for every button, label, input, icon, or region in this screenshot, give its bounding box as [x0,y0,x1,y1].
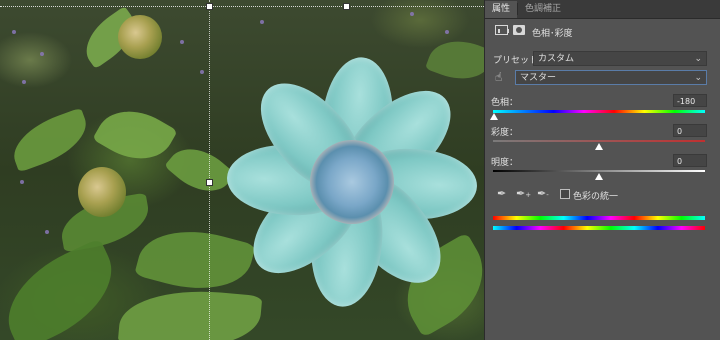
lightness-slider-thumb[interactable] [595,173,603,180]
channel-select[interactable]: マスター ⌄ [515,70,707,85]
source-spectrum-bar [493,216,705,220]
colorize-label: 色彩の統一 [573,192,619,202]
flower-speck [200,70,204,74]
foliage [134,216,256,304]
foliage [424,30,484,90]
selection-guide [0,6,484,7]
saturation-slider-thumb[interactable] [595,143,603,150]
tab-adjustments[interactable]: 色調補正 [518,1,568,18]
transform-handle[interactable] [206,179,213,186]
flower-speck [260,20,264,24]
foliage [5,107,95,173]
lightness-label: 明度： [491,158,519,168]
lightness-slider-track[interactable] [493,170,705,172]
adjustment-layer-icon [495,25,509,35]
flower-speck [12,30,16,34]
flower-center [310,140,394,224]
preset-select[interactable]: カスタム ⌄ [533,51,707,66]
tab-properties[interactable]: 属性 [485,1,518,18]
colorize-checkbox[interactable] [560,189,570,199]
channel-value: マスター [520,73,557,83]
flower-speck [445,30,449,34]
minus-glyph: - [546,191,549,199]
chevron-down-icon: ⌄ [694,73,702,83]
panel-tab-bar: 属性 色調補正 [485,0,720,19]
hue-slider-track[interactable] [493,110,705,113]
eyedropper-minus-icon[interactable]: ✒- [537,187,549,200]
foliage [164,135,236,205]
transform-handle[interactable] [343,3,350,10]
adjustment-title: 色相･彩度 [532,29,573,39]
properties-panel: 属性 色調補正 色相･彩度 プリセット： カスタム ⌄ ☝ マスター ⌄ 色相：… [484,0,720,340]
saturation-value-input[interactable]: 0 [673,124,707,137]
document-canvas[interactable] [0,0,484,340]
flower-speck [40,52,44,56]
flower-speck [45,230,49,234]
result-spectrum-bar [493,226,705,230]
lightness-value-input[interactable]: 0 [673,154,707,167]
saturation-label: 彩度： [491,128,519,138]
eyedropper-icon[interactable]: ✒ [497,187,506,200]
flower-speck [20,180,24,184]
chevron-down-icon: ⌄ [694,54,702,64]
hue-value-input[interactable]: -180 [673,94,707,107]
foliage [0,237,130,340]
flower-bud [118,15,162,59]
plus-glyph: + [525,191,532,199]
histogram-bars [498,29,509,33]
hue-label: 色相： [491,98,519,108]
selection-guide [209,0,210,340]
mask-circle [516,27,522,33]
targeted-adjustment-hand-icon[interactable]: ☝ [495,70,502,84]
foliage [117,284,263,340]
flower-speck [22,80,26,84]
flower-bud [78,167,126,217]
transform-handle[interactable] [206,3,213,10]
foliage [92,95,178,175]
flower-speck [410,12,414,16]
eyedropper-plus-icon[interactable]: ✒+ [516,187,531,200]
mask-icon[interactable] [513,25,525,35]
saturation-slider-track[interactable] [493,140,705,142]
flower-speck [180,40,184,44]
preset-value: カスタム [538,54,575,64]
hue-slider-thumb[interactable] [490,113,498,120]
